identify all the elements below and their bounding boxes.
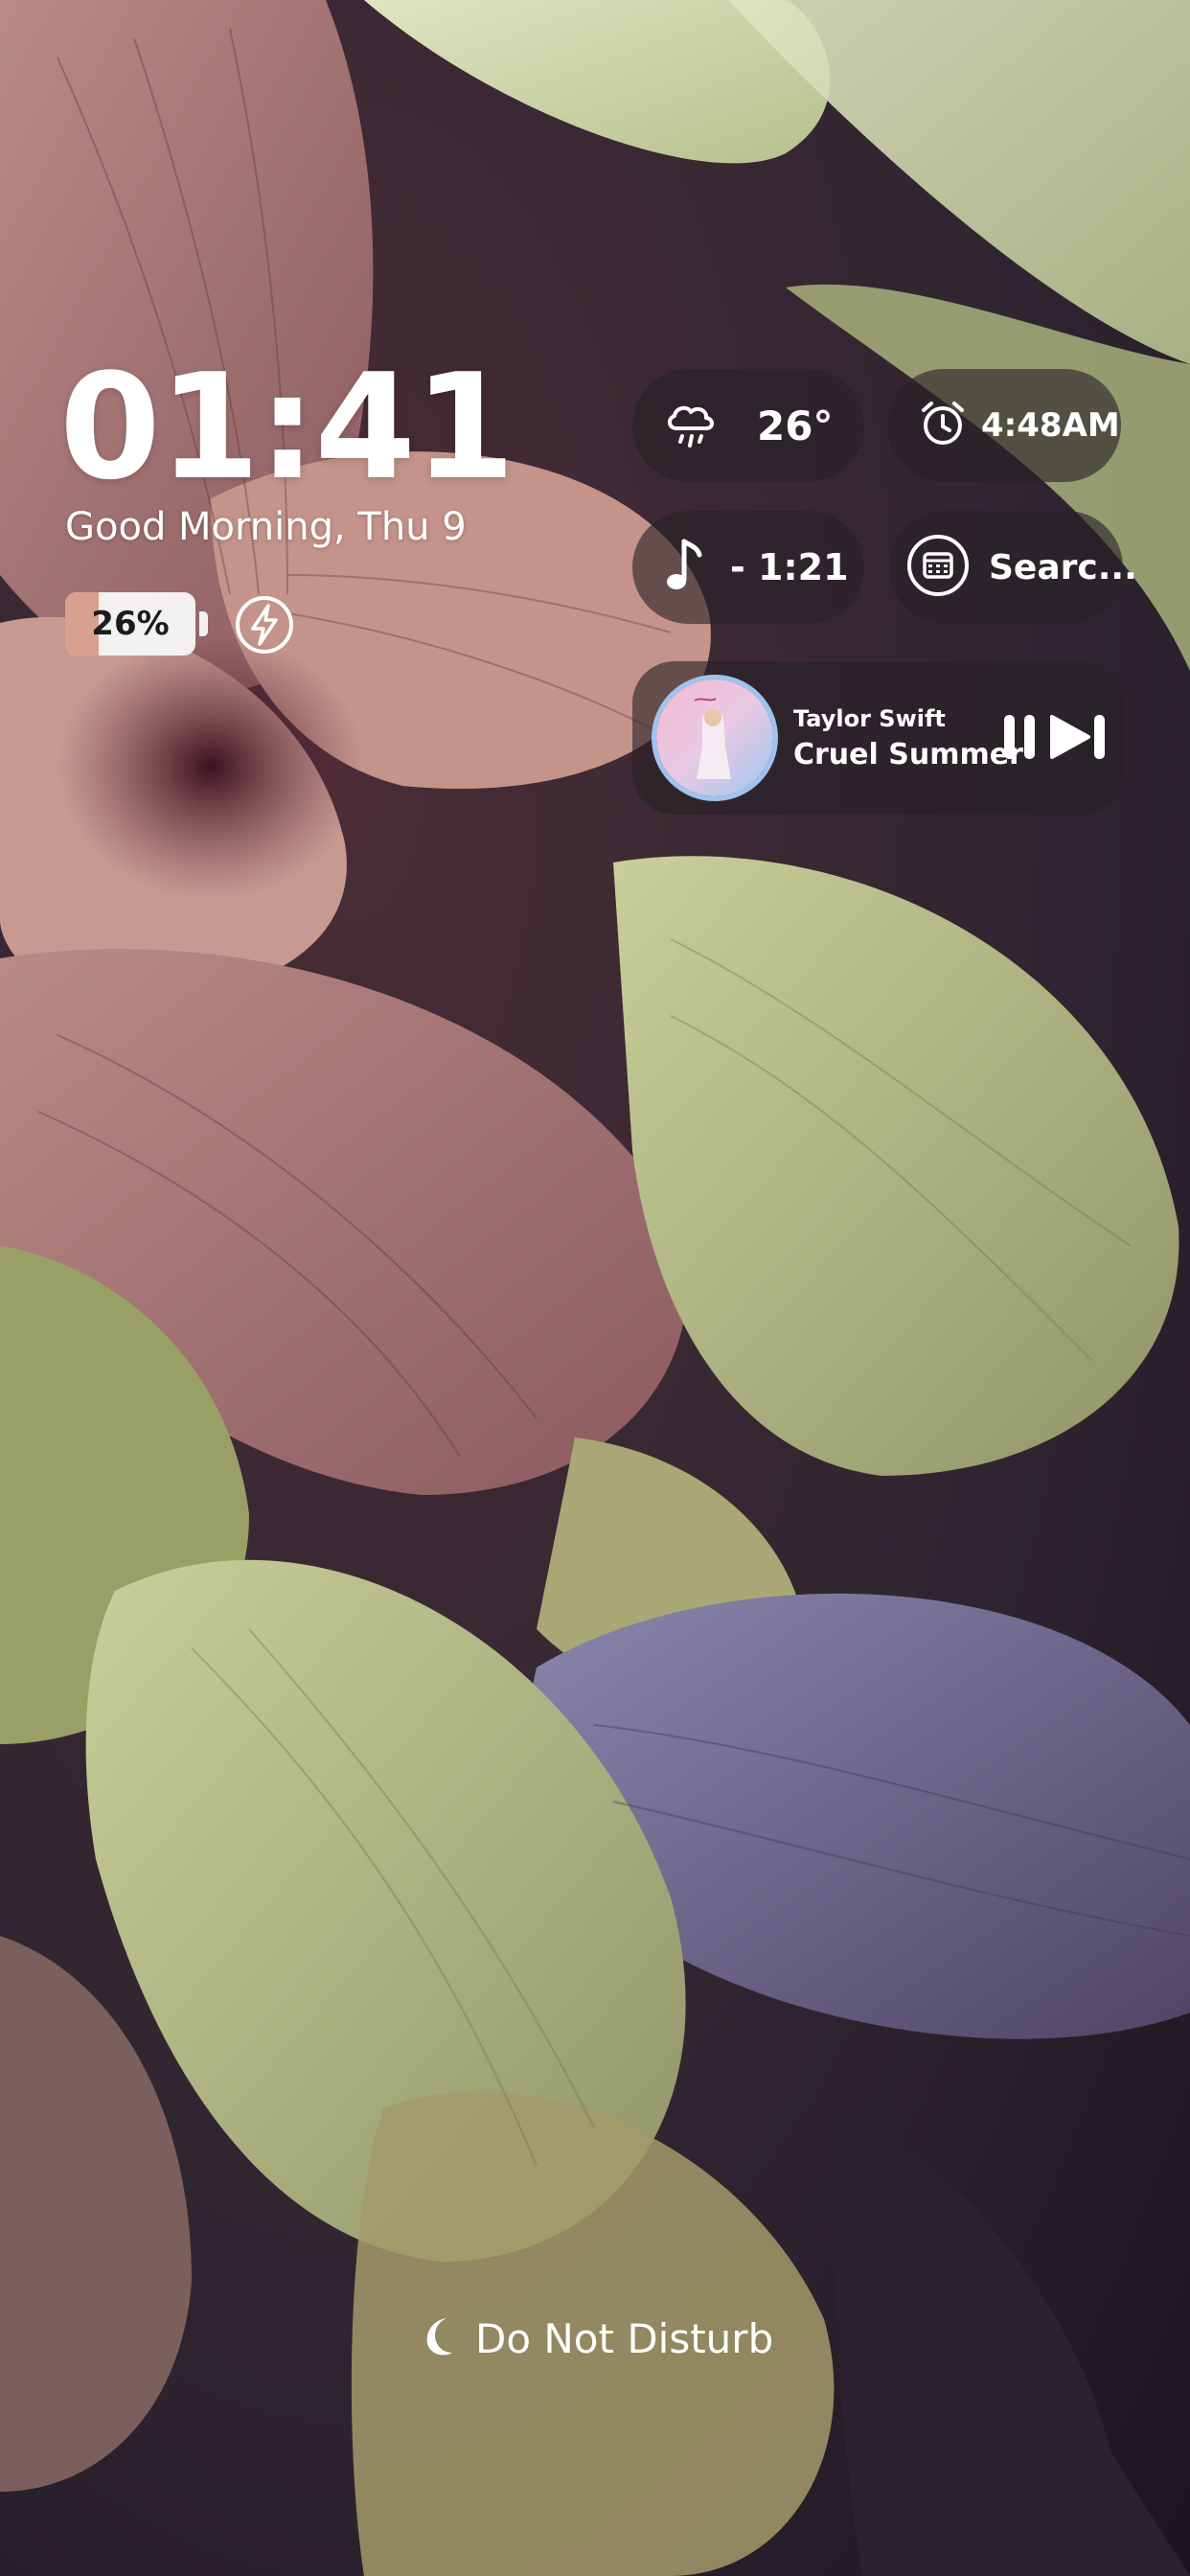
battery-indicator: 26% <box>65 592 195 656</box>
rain-cloud-icon <box>663 396 719 455</box>
moon-icon <box>418 2314 462 2362</box>
track-title: Cruel Summer <box>793 738 1023 771</box>
track-artist: Taylor Swift <box>793 705 946 732</box>
lightning-bolt-icon <box>234 594 295 656</box>
dnd-label: Do Not Disturb <box>475 2314 774 2362</box>
weather-temperature: 26° <box>757 402 834 449</box>
pause-icon[interactable] <box>1000 713 1039 761</box>
music-note-icon <box>661 536 703 599</box>
battery-terminal <box>199 611 208 636</box>
alarm-widget[interactable]: 4:48AM <box>887 369 1121 482</box>
alarm-time: 4:48AM <box>981 406 1120 445</box>
music-remaining-time: - 1:21 <box>730 546 849 588</box>
do-not-disturb-status: Do Not Disturb <box>418 2312 773 2365</box>
calendar-search-label: Searc... <box>989 547 1137 587</box>
greeting-date: Good Morning, Thu 9 <box>65 505 467 549</box>
calendar-icon <box>906 534 970 601</box>
next-track-icon[interactable] <box>1048 713 1110 761</box>
alarm-clock-icon <box>918 399 968 452</box>
lock-screen-clock: 01:41 <box>59 342 515 512</box>
calendar-search-widget[interactable]: Searc... <box>889 511 1137 624</box>
album-art[interactable] <box>652 675 778 801</box>
weather-widget[interactable]: 26° <box>632 369 864 482</box>
music-timer-widget[interactable]: - 1:21 <box>632 511 864 624</box>
battery-percent: 26% <box>91 605 170 643</box>
now-playing-widget[interactable]: Taylor Swift Cruel Summer <box>632 661 1123 815</box>
